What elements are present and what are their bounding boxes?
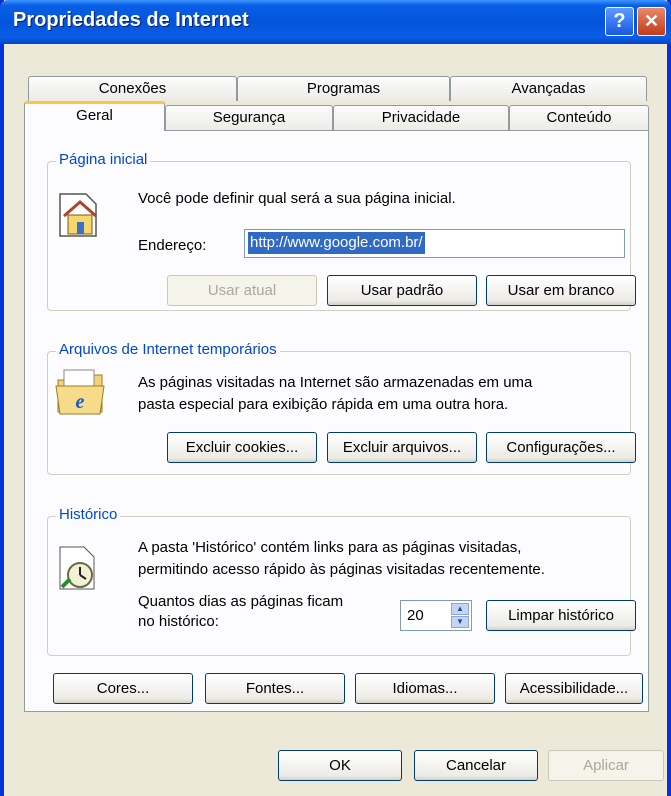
history-group: Histórico A pasta 'Histórico' contém lin… — [47, 506, 636, 656]
clear-history-button[interactable]: Limpar histórico — [486, 600, 636, 631]
home-page-group-label: Página inicial — [56, 151, 151, 168]
address-label: Endereço: — [138, 237, 207, 254]
home-page-icon — [59, 193, 97, 237]
tab-panel-geral: Página inicial Você pode definir qual se… — [24, 130, 649, 712]
home-page-group: Página inicial Você pode definir qual se… — [47, 151, 636, 311]
history-days-label1: Quantos dias as páginas ficam — [138, 593, 344, 610]
title-bar[interactable]: Propriedades de Internet ? ✕ — [0, 0, 671, 44]
use-default-button[interactable]: Usar padrão — [327, 275, 477, 306]
history-days-value: 20 — [407, 607, 424, 624]
temp-folder-icon: e — [55, 369, 105, 415]
temp-files-line1: As páginas visitadas na Internet são arm… — [138, 374, 533, 391]
tab-avancadas[interactable]: Avançadas — [450, 76, 647, 101]
address-value: http://www.google.com.br/ — [248, 232, 425, 254]
spin-down-icon[interactable]: ▼ — [451, 616, 469, 628]
tab-programas[interactable]: Programas — [237, 76, 450, 101]
history-days-stepper[interactable]: 20 ▲ ▼ — [400, 600, 472, 631]
history-icon — [59, 546, 95, 590]
temp-files-line2: pasta especial para exibição rápida em u… — [138, 396, 509, 413]
close-icon: ✕ — [643, 11, 660, 31]
temp-files-group-label: Arquivos de Internet temporários — [56, 341, 280, 358]
history-group-label: Histórico — [56, 506, 121, 523]
temp-files-group: Arquivos de Internet temporários e As pá… — [47, 341, 636, 475]
home-page-description: Você pode definir qual será a sua página… — [138, 190, 456, 207]
internet-properties-window: Propriedades de Internet ? ✕ Conexões Pr… — [0, 0, 671, 796]
spin-up-icon[interactable]: ▲ — [451, 603, 469, 615]
svg-text:e: e — [76, 391, 85, 413]
tab-seguranca[interactable]: Segurança — [165, 105, 333, 130]
history-line1: A pasta 'Histórico' contém links para as… — [138, 539, 522, 556]
help-button[interactable]: ? — [605, 7, 634, 36]
languages-button[interactable]: Idiomas... — [355, 673, 495, 704]
accessibility-button[interactable]: Acessibilidade... — [505, 673, 643, 704]
history-line2: permitindo acesso rápido às páginas visi… — [138, 561, 545, 578]
fonts-button[interactable]: Fontes... — [205, 673, 345, 704]
delete-files-button[interactable]: Excluir arquivos... — [327, 432, 477, 463]
tab-privacidade[interactable]: Privacidade — [333, 105, 509, 130]
delete-cookies-button[interactable]: Excluir cookies... — [167, 432, 317, 463]
help-icon: ? — [613, 10, 626, 32]
cancel-button[interactable]: Cancelar — [414, 750, 538, 781]
ok-button[interactable]: OK — [278, 750, 402, 781]
address-input[interactable]: http://www.google.com.br/ — [244, 229, 625, 258]
apply-button[interactable]: Aplicar — [548, 750, 664, 781]
colors-button[interactable]: Cores... — [53, 673, 193, 704]
use-current-button[interactable]: Usar atual — [167, 275, 317, 306]
tab-conteudo[interactable]: Conteúdo — [509, 105, 649, 130]
history-days-label2: no histórico: — [138, 613, 219, 630]
close-button[interactable]: ✕ — [637, 7, 666, 36]
use-blank-button[interactable]: Usar em branco — [486, 275, 636, 306]
window-title: Propriedades de Internet — [13, 9, 249, 31]
settings-button[interactable]: Configurações... — [486, 432, 636, 463]
tab-conexoes[interactable]: Conexões — [28, 76, 237, 101]
tab-geral[interactable]: Geral — [24, 101, 165, 131]
